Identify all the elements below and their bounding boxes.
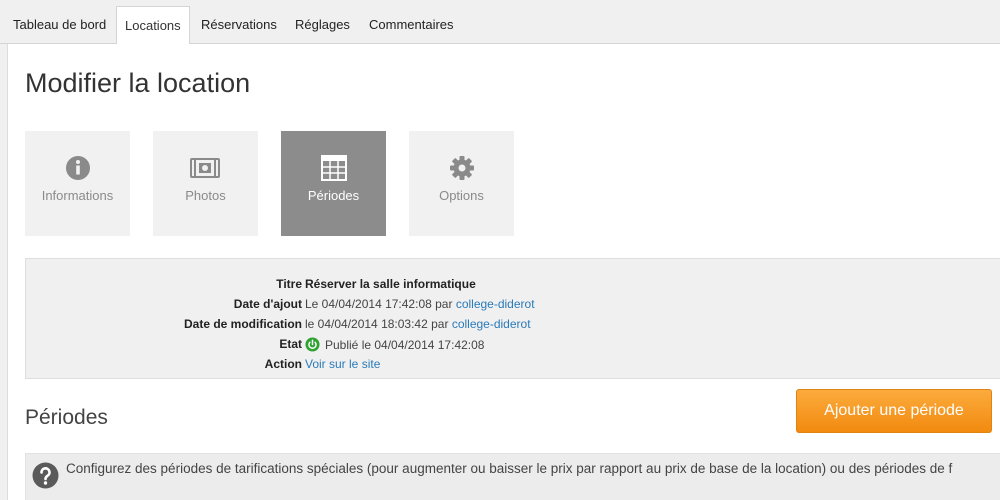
info-label: Date d'ajout — [233, 297, 302, 311]
author-link[interactable]: college-diderot — [456, 297, 535, 311]
tab-locations[interactable]: Locations — [116, 6, 190, 45]
periodes-help-box: Configurez des périodes de tarifications… — [25, 453, 1000, 500]
info-label: Titre — [276, 277, 302, 291]
date-ajout-text: Le 04/04/2014 17:42:08 par — [305, 297, 453, 311]
info-row-etat: Etat Publié le 04/04/2014 17:42:08 — [26, 334, 1000, 354]
info-label: Etat — [279, 337, 302, 351]
section-tab-label: Photos — [185, 188, 226, 203]
date-modif-text: le 04/04/2014 18:03:42 par — [305, 317, 449, 331]
info-value-etat: Publié le 04/04/2014 17:42:08 — [305, 337, 484, 352]
main-panel: Modifier la location Informations Photos — [7, 44, 1000, 500]
section-tab-photos[interactable]: Photos — [153, 131, 258, 236]
info-label: Action — [264, 357, 302, 371]
power-published-icon — [305, 337, 320, 352]
section-tab-label: Informations — [41, 188, 114, 203]
location-info-box: Titre Réserver la salle informatique Dat… — [25, 258, 1000, 379]
tab-reglages[interactable]: Réglages — [287, 6, 358, 44]
periodes-help-text: Configurez des périodes de tarifications… — [66, 461, 953, 476]
tab-reservations[interactable]: Réservations — [193, 6, 285, 44]
info-value-date-modification: le 04/04/2014 18:03:42 par college-dider… — [305, 317, 531, 331]
help-question-icon — [32, 462, 59, 489]
camera-icon — [190, 158, 220, 178]
section-tab-label: Options — [439, 188, 484, 203]
info-row-date-modification: Date de modification le 04/04/2014 18:03… — [26, 314, 1000, 334]
info-value-titre: Réserver la salle informatique — [305, 277, 476, 291]
section-tab-informations[interactable]: Informations — [25, 131, 130, 236]
tab-commentaires[interactable]: Commentaires — [361, 6, 462, 44]
info-row-titre: Titre Réserver la salle informatique — [26, 274, 1000, 294]
info-label: Date de modification — [183, 317, 302, 331]
info-icon — [66, 156, 90, 180]
page-title: Modifier la location — [25, 68, 251, 98]
section-tab-periodes[interactable]: Périodes — [281, 131, 386, 236]
gear-icon — [450, 156, 474, 180]
info-row-date-ajout: Date d'ajout Le 04/04/2014 17:42:08 par … — [26, 294, 1000, 314]
info-value-action: Voir sur le site — [305, 357, 380, 371]
info-value-date-ajout: Le 04/04/2014 17:42:08 par college-dider… — [305, 297, 535, 311]
etat-text: Publié le 04/04/2014 17:42:08 — [325, 337, 485, 352]
calendar-icon — [321, 155, 347, 181]
add-period-button[interactable]: Ajouter une période — [796, 389, 992, 433]
tab-tableau-de-bord[interactable]: Tableau de bord — [5, 6, 114, 44]
section-tab-label: Périodes — [307, 188, 360, 203]
section-tab-options[interactable]: Options — [409, 131, 514, 236]
author-link[interactable]: college-diderot — [452, 317, 531, 331]
top-tab-bar: Tableau de bord Locations Réservations R… — [0, 0, 1000, 45]
periodes-section-title: Périodes — [25, 406, 108, 429]
info-row-action: Action Voir sur le site — [26, 354, 1000, 374]
view-on-site-link[interactable]: Voir sur le site — [305, 357, 380, 371]
